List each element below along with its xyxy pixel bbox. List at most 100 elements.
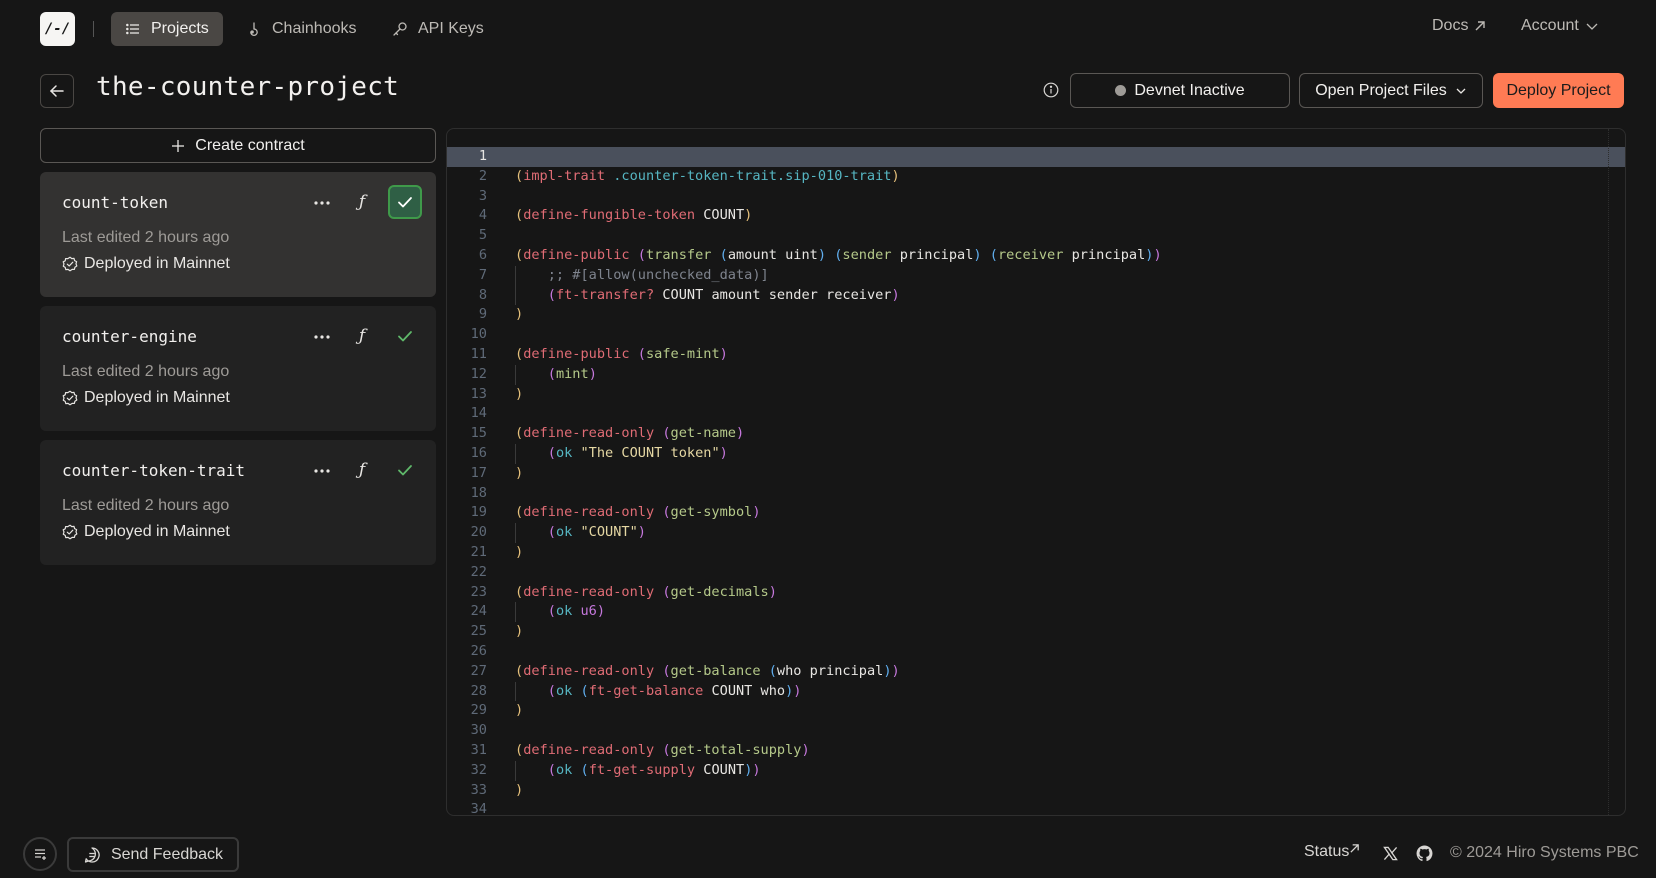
check-icon — [398, 331, 412, 342]
code-line[interactable]: 2 (impl-trait .counter-token-trait.sip-01… — [447, 167, 1625, 187]
send-feedback-label: Send Feedback — [110, 845, 224, 863]
code-line[interactable]: 6 (define-public (transfer (amount uint) … — [447, 246, 1625, 266]
code-line[interactable]: 20 (ok "COUNT") — [447, 523, 1625, 543]
code-line[interactable]: 24 (ok u6) — [447, 602, 1625, 623]
account-menu[interactable]: Account — [1521, 17, 1599, 35]
more-options-button[interactable] — [310, 326, 334, 348]
code-line[interactable]: 31 (define-read-only (get-total-supply) — [447, 741, 1625, 761]
open-files-label: Open Project Files — [1315, 81, 1447, 99]
code-line[interactable]: 4 (define-fungible-token COUNT) — [447, 206, 1625, 226]
code-line[interactable]: 25) — [447, 622, 1625, 642]
list-plus-icon — [35, 849, 46, 860]
status-link[interactable]: Status — [1304, 843, 1360, 861]
contract-card-count-token[interactable]: count-token ƒ Last edited 2 hours ago De… — [40, 172, 436, 297]
code-text: (define-fungible-token COUNT) — [515, 206, 752, 226]
code-line[interactable]: 9) — [447, 305, 1625, 325]
code-text: (define-read-only (get-name) — [515, 424, 744, 444]
info-icon[interactable] — [1043, 82, 1059, 98]
nav-item-api-keys[interactable]: API Keys — [378, 12, 498, 46]
code-line[interactable]: 10 — [447, 325, 1625, 345]
code-line[interactable]: 30 — [447, 721, 1625, 741]
code-line[interactable]: 8 (ft-transfer? COUNT amount sender rece… — [447, 285, 1625, 306]
list-icon — [126, 23, 139, 35]
key-icon — [393, 22, 407, 36]
code-token: define-fungible-token — [523, 207, 696, 224]
devnet-status-button[interactable]: Devnet Inactive — [1070, 73, 1290, 108]
line-number: 2 — [478, 167, 487, 184]
check-button[interactable] — [388, 319, 422, 353]
docs-link[interactable]: Docs — [1432, 17, 1486, 35]
code-token: ) — [793, 682, 802, 699]
code-line[interactable]: 7 ;; #[allow(unchecked_data)] — [447, 265, 1625, 286]
function-call-button[interactable]: ƒ — [350, 456, 374, 484]
contract-name: counter-engine — [62, 327, 197, 346]
code-line[interactable]: 32 (ok (ft-get-supply COUNT)) — [447, 760, 1625, 781]
code-line[interactable]: 33) — [447, 781, 1625, 801]
code-line[interactable]: 18 — [447, 484, 1625, 504]
last-edited: Last edited 2 hours ago — [62, 497, 230, 514]
chevron-down-icon — [1456, 88, 1466, 94]
code-token: get-total-supply — [670, 741, 802, 758]
deploy-project-button[interactable]: Deploy Project — [1493, 73, 1624, 108]
code-text: ) — [515, 701, 523, 721]
editor-scrollbar-track[interactable] — [1608, 129, 1609, 815]
code-line[interactable]: 12 (mint) — [447, 364, 1625, 385]
code-editor[interactable]: 1 2 (impl-trait .counter-token-trait.sip-0… — [446, 128, 1626, 816]
x-link[interactable] — [1383, 846, 1398, 861]
code-token: ( — [515, 504, 524, 521]
contract-name: counter-token-trait — [62, 461, 246, 480]
code-token: ( — [515, 345, 524, 362]
arrow-left-icon — [49, 85, 64, 97]
code-line[interactable]: 1 — [447, 147, 1625, 167]
function-call-button[interactable]: ƒ — [350, 322, 374, 350]
hiro-logo[interactable]: /-/ — [40, 12, 75, 46]
github-link[interactable] — [1416, 845, 1433, 862]
code-line[interactable]: 3 — [447, 187, 1625, 207]
nav-item-label: Chainhooks — [272, 20, 357, 37]
code-token: ( — [768, 662, 777, 679]
nav-item-chainhooks[interactable]: Chainhooks — [232, 12, 371, 46]
code-line[interactable]: 22 — [447, 563, 1625, 583]
code-text: (ok (ft-get-balance COUNT who)) — [515, 682, 802, 702]
contract-card-counter-engine[interactable]: counter-engine ƒ Last edited 2 hours ago… — [40, 306, 436, 431]
code-token: define-read-only — [523, 583, 655, 600]
more-options-button[interactable] — [310, 192, 334, 214]
open-project-files-button[interactable]: Open Project Files — [1299, 73, 1483, 108]
line-number: 1 — [478, 148, 487, 164]
contract-card-counter-token-trait[interactable]: counter-token-trait ƒ Last edited 2 hour… — [40, 440, 436, 565]
code-line[interactable]: 26 — [447, 642, 1625, 662]
line-number: 3 — [478, 187, 487, 204]
more-options-button[interactable] — [310, 460, 334, 482]
code-token: ( — [547, 682, 556, 699]
code-line[interactable]: 16 (ok "The COUNT token") — [447, 443, 1625, 464]
check-button[interactable] — [388, 185, 422, 219]
code-line[interactable]: 14 — [447, 404, 1625, 424]
line-number: 7 — [478, 266, 487, 283]
code-line[interactable]: 28 (ok (ft-get-balance COUNT who)) — [447, 681, 1625, 702]
check-button[interactable] — [388, 453, 422, 487]
code-line[interactable]: 27 (define-read-only (get-balance (who pr… — [447, 662, 1625, 682]
code-line[interactable]: 13) — [447, 385, 1625, 405]
send-feedback-button[interactable]: Send Feedback — [67, 837, 239, 872]
code-line[interactable]: 34 — [447, 800, 1625, 815]
code-text: (impl-trait .counter-token-trait.sip-010… — [515, 167, 900, 187]
code-token: ( — [515, 741, 524, 758]
function-call-button[interactable]: ƒ — [350, 188, 374, 216]
code-line[interactable]: 29) — [447, 701, 1625, 721]
code-line[interactable]: 5 — [447, 226, 1625, 246]
code-line[interactable]: 15 (define-read-only (get-name) — [447, 424, 1625, 444]
nav-item-projects[interactable]: Projects — [111, 12, 223, 46]
code-line[interactable]: 19 (define-read-only (get-symbol) — [447, 503, 1625, 523]
verified-badge-icon — [62, 256, 78, 272]
create-contract-button[interactable]: Create contract — [40, 128, 436, 163]
code-line[interactable]: 11 (define-public (safe-mint) — [447, 345, 1625, 365]
footer-menu-button[interactable] — [23, 837, 57, 871]
code-line[interactable]: 21) — [447, 543, 1625, 563]
code-line[interactable]: 17) — [447, 464, 1625, 484]
code-line[interactable]: 23 (define-read-only (get-decimals) — [447, 583, 1625, 603]
back-button[interactable] — [40, 74, 74, 108]
